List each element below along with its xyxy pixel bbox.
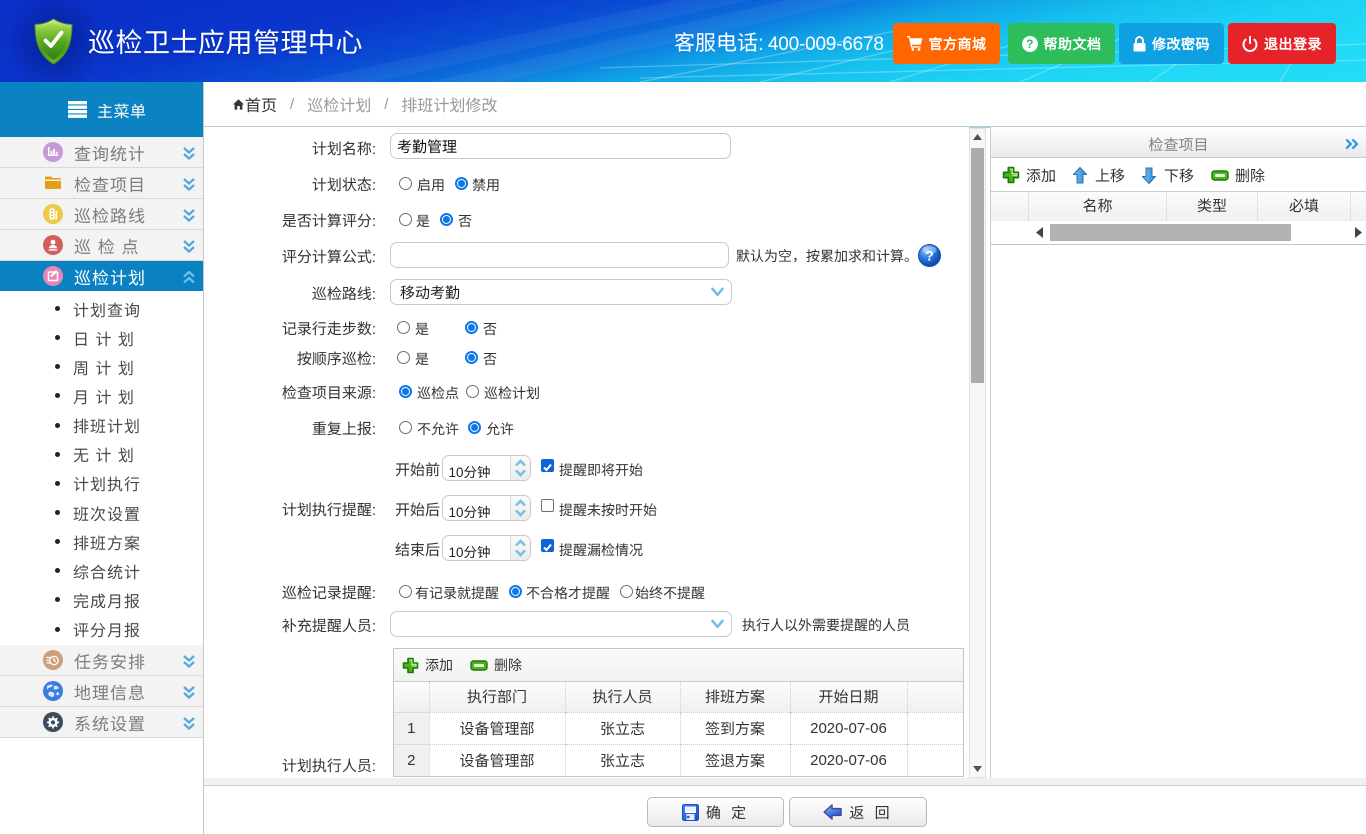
- svg-text:?: ?: [1026, 37, 1034, 51]
- svg-text:?: ?: [925, 248, 934, 264]
